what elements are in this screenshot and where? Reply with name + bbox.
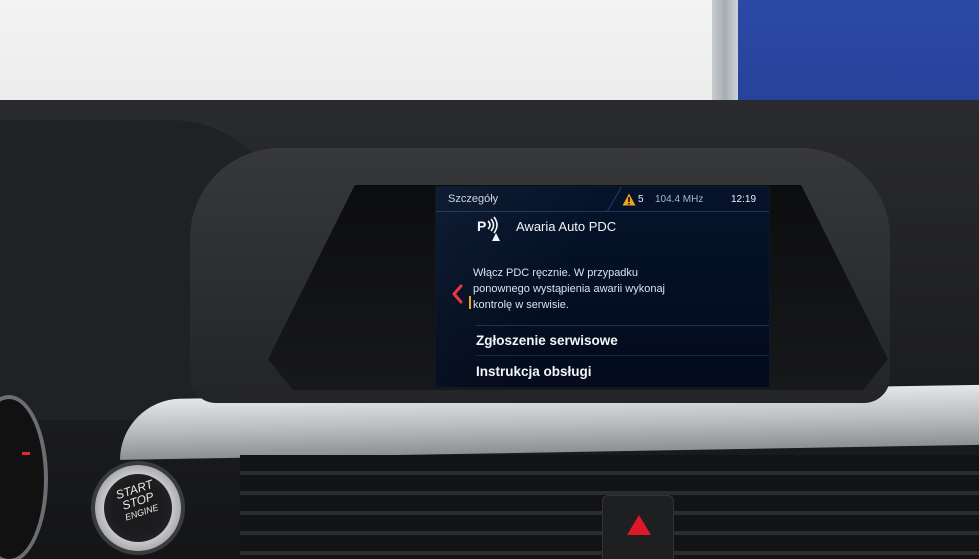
status-bar: Szczegóły 5 104.4 MHz 12:19 — [436, 187, 769, 212]
message-body-line-3: kontrolę w serwisie. — [473, 299, 569, 311]
back-chevron-icon[interactable] — [450, 284, 464, 304]
menu-item-owners-manual[interactable]: Instrukcja obsługi — [476, 364, 756, 379]
status-divider — [607, 187, 622, 211]
radio-frequency: 104.4 MHz — [655, 194, 704, 205]
menu-item-service-request[interactable]: Zgłoszenie serwisowe — [476, 333, 756, 348]
message-body-line-2: ponownego wystąpienia awarii wykonaj — [473, 283, 666, 295]
idrive-display: Szczegóły 5 104.4 MHz 12:19 P Awaria Aut… — [435, 186, 770, 388]
pdc-sensor-icon: P — [477, 216, 500, 241]
message-title: Awaria Auto PDC — [516, 219, 617, 234]
svg-text:P: P — [477, 218, 486, 234]
hazard-triangle-icon — [627, 515, 651, 535]
message-body: Włącz PDC ręcznie. W przypadku ponownego… — [473, 265, 763, 313]
warning-icon[interactable] — [622, 193, 636, 206]
warning-count: 5 — [638, 194, 644, 205]
screen-title: Szczegóły — [448, 193, 499, 205]
car-interior-scene: START STOP ENGINE Szczegóły 5 104.4 MHz … — [0, 0, 979, 559]
menu-divider — [476, 355, 769, 356]
gauge-needle — [22, 452, 30, 455]
message-body-line-1: Włącz PDC ręcznie. W przypadku — [473, 267, 639, 279]
focus-cursor — [469, 296, 471, 309]
clock: 12:19 — [731, 194, 757, 205]
menu-divider — [476, 325, 769, 326]
